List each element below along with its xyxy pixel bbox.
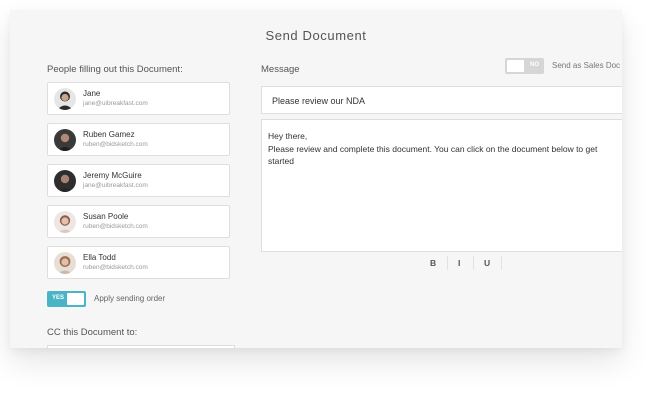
- people-list: Jane jane@uibreakfast.com Ruben Gamez ru…: [47, 82, 230, 287]
- avatar: [54, 252, 76, 274]
- message-body-line: Hey there,: [268, 131, 308, 141]
- person-name: Ruben Gamez: [83, 130, 135, 139]
- person-card-ella-todd[interactable]: Ella Todd ruben@bidsketch.com: [47, 246, 230, 279]
- cc-section-label: CC this Document to:: [47, 327, 138, 338]
- sending-order-label: Apply sending order: [94, 294, 166, 303]
- dialog-title: Send Document: [265, 28, 367, 43]
- sending-order-toggle[interactable]: YES: [47, 291, 86, 307]
- format-divider: [473, 256, 474, 270]
- person-email: jane@uibreakfast.com: [83, 100, 148, 107]
- sales-doc-label: Send as Sales Doc: [552, 61, 621, 70]
- avatar-photo-icon: [54, 88, 76, 110]
- avatar: [54, 170, 76, 192]
- people-section-label: People filling out this Document:: [47, 64, 183, 75]
- person-email: jane@uibreakfast.com: [83, 182, 148, 189]
- message-body-line: started: [268, 156, 294, 166]
- avatar: [54, 88, 76, 110]
- format-divider: [447, 256, 448, 270]
- avatar: [54, 129, 76, 151]
- person-name: Ella Todd: [83, 253, 116, 262]
- underline-button[interactable]: U: [484, 258, 490, 268]
- toggle-knob: [507, 60, 524, 72]
- person-card-susan-poole[interactable]: Susan Poole ruben@bidsketch.com: [47, 205, 230, 238]
- person-email: ruben@bidsketch.com: [83, 141, 148, 148]
- cc-input[interactable]: [47, 345, 235, 348]
- toggle-knob: [67, 293, 84, 305]
- avatar: [54, 211, 76, 233]
- message-body-textarea[interactable]: Hey there, Please review and complete th…: [261, 119, 622, 252]
- person-name: Jane: [83, 89, 101, 98]
- subject-input[interactable]: Please review our NDA: [261, 86, 622, 114]
- italic-button[interactable]: I: [458, 258, 460, 268]
- person-name: Jeremy McGuire: [83, 171, 142, 180]
- person-email: ruben@bidsketch.com: [83, 223, 148, 230]
- bold-button[interactable]: B: [430, 258, 436, 268]
- person-card-jeremy-mcguire[interactable]: Jeremy McGuire jane@uibreakfast.com: [47, 164, 230, 197]
- toggle-state-label: YES: [52, 295, 65, 301]
- format-divider: [501, 256, 502, 270]
- sales-doc-toggle[interactable]: NO: [505, 58, 544, 74]
- person-name: Susan Poole: [83, 212, 129, 221]
- avatar-photo-icon: [54, 129, 76, 151]
- avatar-photo-icon: [54, 170, 76, 192]
- message-label: Message: [261, 64, 300, 75]
- message-body-line: Please review and complete this document…: [268, 143, 598, 154]
- send-document-dialog: Send Document People filling out this Do…: [10, 10, 622, 348]
- toggle-state-label: NO: [530, 62, 539, 68]
- person-email: ruben@bidsketch.com: [83, 264, 148, 271]
- avatar-photo-icon: [54, 252, 76, 274]
- person-card-jane[interactable]: Jane jane@uibreakfast.com: [47, 82, 230, 115]
- person-card-ruben-gamez[interactable]: Ruben Gamez ruben@bidsketch.com: [47, 123, 230, 156]
- avatar-photo-icon: [54, 211, 76, 233]
